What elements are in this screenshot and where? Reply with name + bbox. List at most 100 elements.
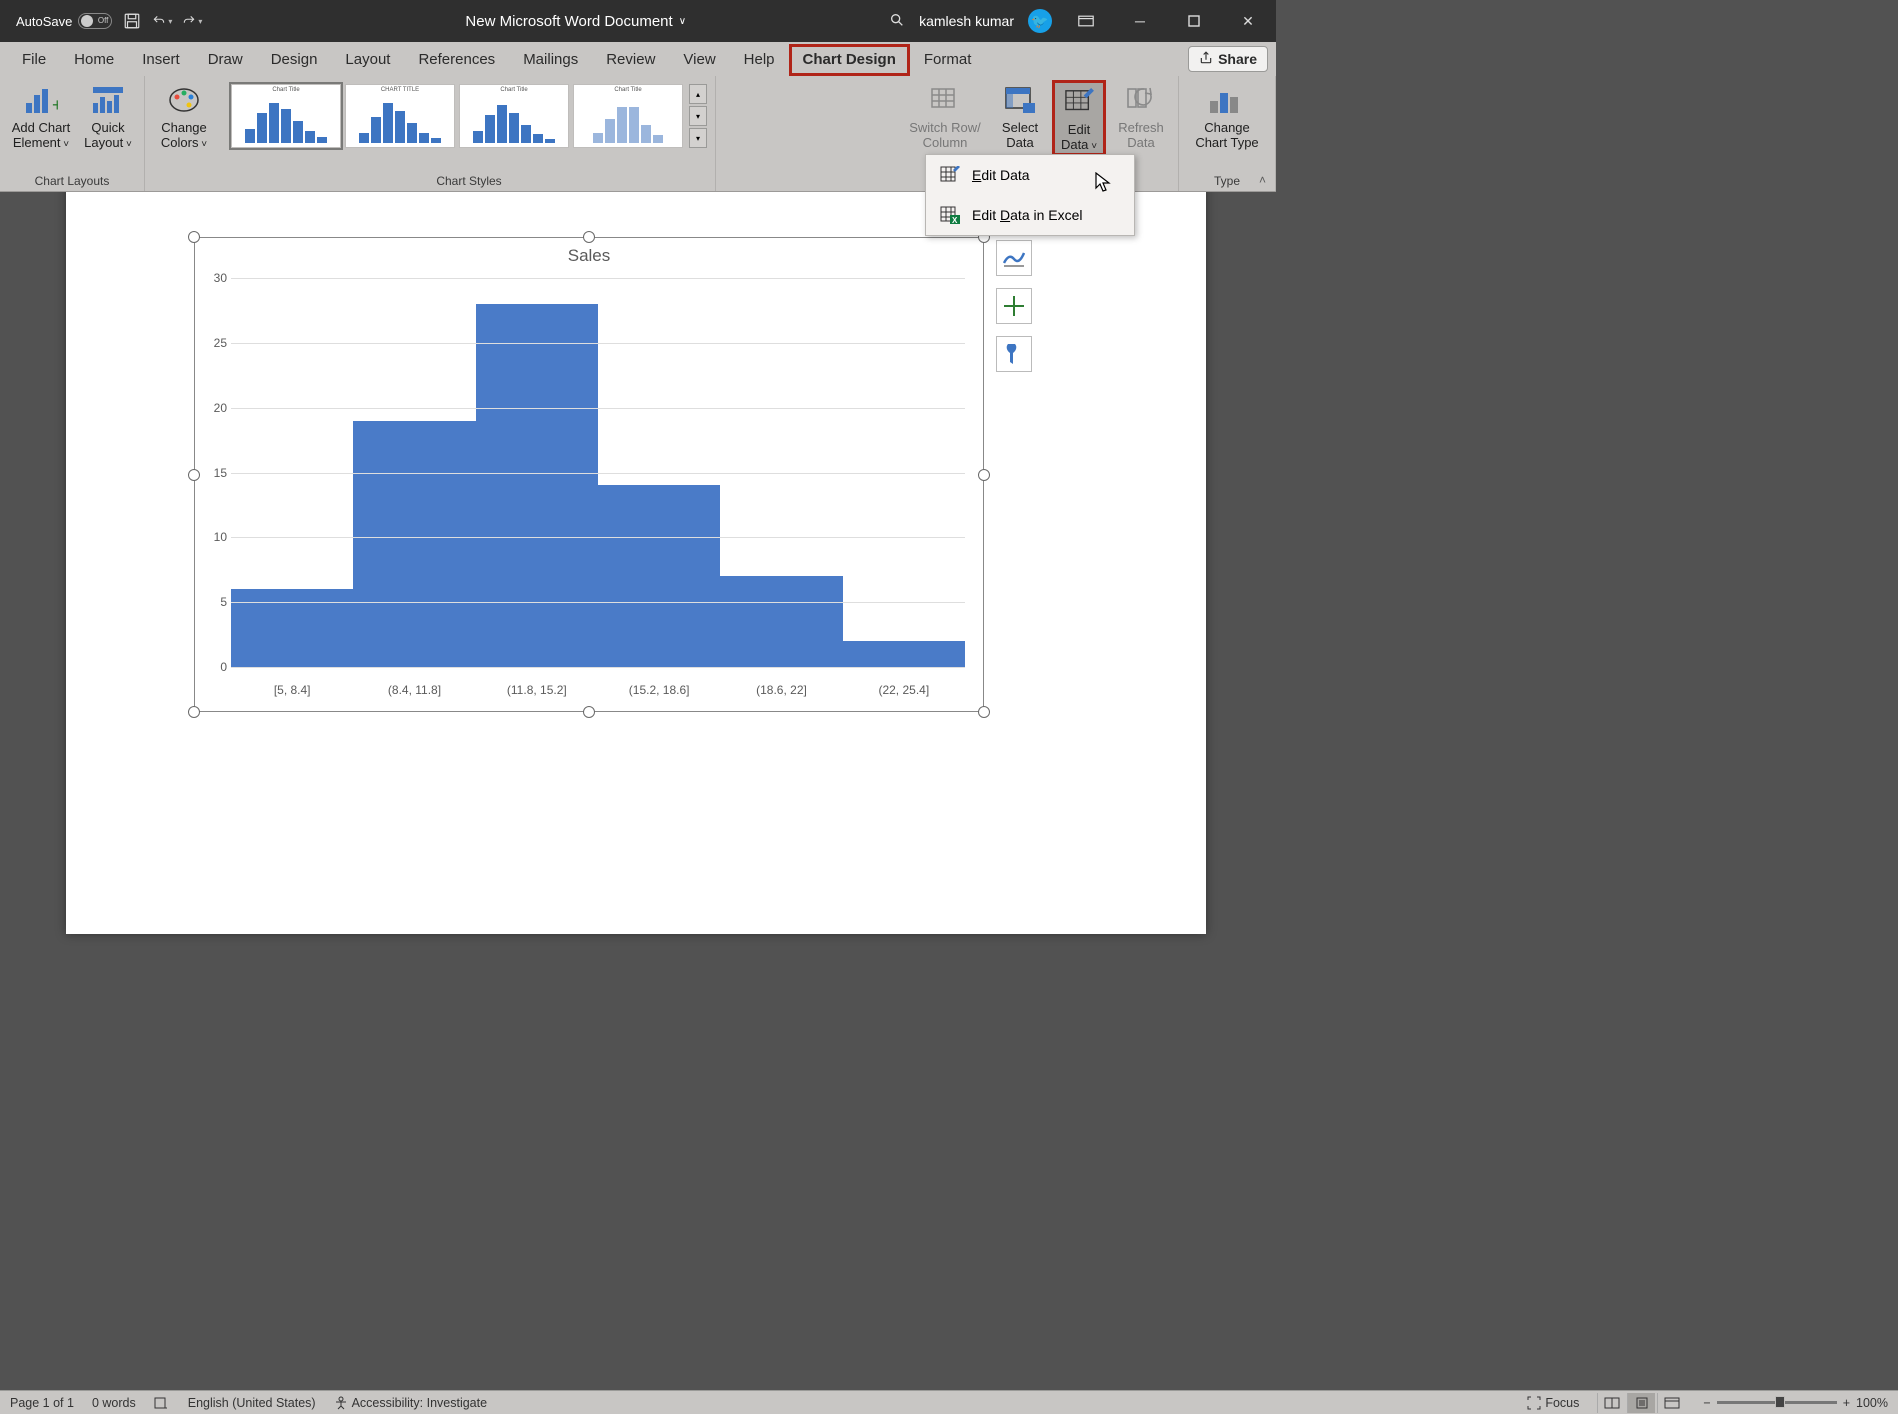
edit-data-button[interactable]: Edit Data [1052, 80, 1106, 156]
share-button[interactable]: Share [1188, 46, 1268, 72]
resize-handle-mt[interactable] [583, 231, 595, 243]
zoom-level[interactable]: 100% [1856, 1396, 1888, 1410]
view-web-layout[interactable] [1657, 1393, 1685, 1413]
share-icon [1199, 51, 1213, 68]
gridline [231, 602, 965, 603]
dropdown-edit-data-excel[interactable]: X Edit Data in Excel [926, 195, 1134, 235]
add-chart-element-icon: + [24, 82, 58, 118]
tab-format[interactable]: Format [910, 45, 986, 76]
y-tick: 30 [214, 271, 227, 285]
status-spelling[interactable] [154, 1396, 170, 1410]
chart-plot-area[interactable]: 051015202530 [231, 278, 965, 667]
zoom-in-button[interactable]: + [1843, 1396, 1850, 1410]
edit-data-icon [1063, 84, 1095, 120]
gallery-down-icon[interactable]: ▾ [689, 106, 707, 126]
status-focus[interactable]: Focus [1527, 1396, 1579, 1410]
tab-mailings[interactable]: Mailings [509, 45, 592, 76]
user-name[interactable]: kamlesh kumar [919, 13, 1014, 29]
chart-y-axis: 051015202530 [203, 278, 231, 667]
status-accessibility[interactable]: Accessibility: Investigate [334, 1396, 487, 1410]
x-category: (15.2, 18.6] [598, 683, 720, 697]
change-chart-type-button[interactable]: Change Chart Type [1187, 80, 1267, 150]
view-print-layout[interactable] [1627, 1393, 1655, 1413]
maximize-icon[interactable] [1174, 0, 1214, 42]
tab-view[interactable]: View [669, 45, 729, 76]
tab-design[interactable]: Design [257, 45, 332, 76]
tab-help[interactable]: Help [730, 45, 789, 76]
chart-styles-button[interactable] [996, 288, 1032, 324]
gridline [231, 408, 965, 409]
gridline [231, 473, 965, 474]
resize-handle-bl[interactable] [188, 706, 200, 718]
title-bar: AutoSave Off New Microsoft Word Document… [0, 0, 1276, 42]
resize-handle-tl[interactable] [188, 231, 200, 243]
view-read-mode[interactable] [1597, 1393, 1625, 1413]
tab-insert[interactable]: Insert [128, 45, 194, 76]
group-label-chart-styles: Chart Styles [436, 172, 501, 191]
tab-home[interactable]: Home [60, 45, 128, 76]
gallery-more-icon[interactable]: ▾ [689, 128, 707, 148]
chart-bar[interactable] [843, 641, 965, 667]
save-icon[interactable] [122, 11, 142, 31]
y-tick: 10 [214, 530, 227, 544]
chart-style-1[interactable]: Chart Title [231, 84, 341, 148]
chart-bar[interactable] [598, 485, 720, 667]
status-language[interactable]: English (United States) [188, 1396, 316, 1410]
close-icon[interactable]: ✕ [1228, 0, 1268, 42]
autosave-label: AutoSave [16, 14, 72, 29]
status-page[interactable]: Page 1 of 1 [10, 1396, 74, 1410]
chart-elements-button[interactable] [996, 240, 1032, 276]
resize-handle-mr[interactable] [978, 469, 990, 481]
tab-draw[interactable]: Draw [194, 45, 257, 76]
add-chart-element-button[interactable]: + Add Chart Element [8, 80, 74, 150]
collapse-ribbon-icon[interactable]: ˄ [1259, 173, 1266, 187]
select-data-button[interactable]: Select Data [994, 80, 1046, 150]
undo-icon[interactable] [152, 11, 172, 31]
dropdown-edit-data[interactable]: Edit Data [926, 155, 1134, 195]
svg-text:X: X [952, 216, 958, 224]
tab-chart-design[interactable]: Chart Design [789, 44, 910, 76]
chart-styles-gallery: Chart Title CHART TITLE Chart Title Char… [231, 80, 707, 148]
tab-file[interactable]: File [8, 45, 60, 76]
gallery-up-icon[interactable]: ▴ [689, 84, 707, 104]
resize-handle-ml[interactable] [188, 469, 200, 481]
chart-style-4[interactable]: Chart Title [573, 84, 683, 148]
status-words[interactable]: 0 words [92, 1396, 136, 1410]
chart-bar[interactable] [720, 576, 842, 667]
chart-bar[interactable] [231, 589, 353, 667]
user-avatar-icon[interactable]: 🐦 [1028, 9, 1052, 33]
autosave-toggle[interactable]: AutoSave Off [16, 13, 112, 29]
change-colors-button[interactable]: Change Colors [153, 80, 215, 150]
gridline [231, 537, 965, 538]
tab-references[interactable]: References [404, 45, 509, 76]
y-tick: 25 [214, 336, 227, 350]
resize-handle-mb[interactable] [583, 706, 595, 718]
search-icon[interactable] [889, 12, 905, 31]
chart-object[interactable]: Sales 051015202530 [5, 8.4](8.4, 11.8](1… [194, 237, 984, 712]
tab-review[interactable]: Review [592, 45, 669, 76]
status-bar: Page 1 of 1 0 words English (United Stat… [0, 1390, 1898, 1414]
switch-row-col-icon [928, 82, 962, 118]
chart-bar[interactable] [476, 304, 598, 667]
toggle-switch[interactable]: Off [78, 13, 112, 29]
chart-filters-button[interactable] [996, 336, 1032, 372]
redo-icon[interactable] [182, 11, 202, 31]
ribbon-mode-icon[interactable] [1066, 0, 1106, 42]
chart-style-3[interactable]: Chart Title [459, 84, 569, 148]
gridline [231, 278, 965, 279]
x-category: (18.6, 22] [720, 683, 842, 697]
chart-style-2[interactable]: CHART TITLE [345, 84, 455, 148]
quick-layout-icon [91, 82, 125, 118]
resize-handle-br[interactable] [978, 706, 990, 718]
x-category: (8.4, 11.8] [353, 683, 475, 697]
zoom-out-button[interactable]: − [1703, 1396, 1710, 1410]
x-category: (11.8, 15.2] [476, 683, 598, 697]
document-page: Sales 051015202530 [5, 8.4](8.4, 11.8](1… [66, 192, 1206, 934]
minimize-icon[interactable]: ─ [1120, 0, 1160, 42]
excel-icon: X [940, 206, 960, 224]
quick-layout-button[interactable]: Quick Layout [80, 80, 136, 150]
document-title[interactable]: New Microsoft Word Document∨ [202, 13, 889, 30]
zoom-slider[interactable] [1717, 1401, 1837, 1404]
chart-bar[interactable] [353, 421, 475, 667]
tab-layout[interactable]: Layout [331, 45, 404, 76]
